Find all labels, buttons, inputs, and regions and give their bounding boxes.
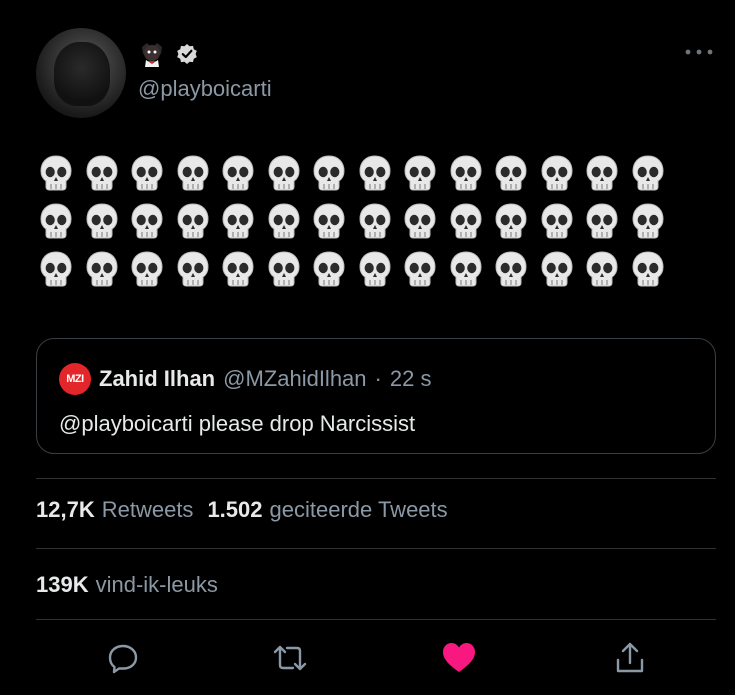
skull-emoji-icon xyxy=(355,248,395,290)
skull-emoji-icon xyxy=(82,248,122,290)
heart-icon[interactable] xyxy=(439,638,479,678)
author-handle[interactable]: @playboicarti xyxy=(138,76,272,102)
quote-tweets-stat[interactable]: 1.502 geciteerde Tweets xyxy=(207,497,447,523)
skull-emoji-icon xyxy=(537,248,577,290)
skull-emoji-icon xyxy=(446,248,486,290)
retweet-icon[interactable] xyxy=(270,638,310,678)
reply-icon[interactable] xyxy=(103,638,143,678)
skull-emoji-icon xyxy=(127,152,167,194)
skull-emoji-icon xyxy=(218,200,258,242)
skull-emoji-icon xyxy=(36,152,76,194)
skull-emoji-icon xyxy=(446,200,486,242)
skull-emoji-icon xyxy=(127,248,167,290)
quoted-timestamp[interactable]: 22 s xyxy=(390,366,432,392)
skull-emoji-icon xyxy=(264,152,304,194)
skull-emoji-icon xyxy=(537,152,577,194)
skull-emoji-icon xyxy=(82,200,122,242)
retweets-count: 12,7K xyxy=(36,497,95,522)
skull-emoji-icon xyxy=(537,200,577,242)
skull-emoji-icon xyxy=(400,200,440,242)
skull-emoji-icon xyxy=(82,152,122,194)
skull-emoji-icon xyxy=(400,248,440,290)
quoted-author-name[interactable]: Zahid Ilhan xyxy=(99,366,215,392)
quoted-author-handle[interactable]: @MZahidIlhan xyxy=(223,366,366,392)
skull-emoji-icon xyxy=(491,152,531,194)
skull-emoji-icon xyxy=(127,200,167,242)
more-options-icon[interactable] xyxy=(683,44,715,60)
skull-emoji-icon xyxy=(173,200,213,242)
divider xyxy=(36,478,716,479)
likes-stat[interactable]: 139K vind-ik-leuks xyxy=(36,572,218,598)
skull-emoji-icon xyxy=(355,152,395,194)
tweet-action-bar xyxy=(0,636,735,680)
quote-tweets-count: 1.502 xyxy=(207,497,263,522)
skull-emoji-icon xyxy=(446,152,486,194)
quoted-tweet-header: MZI Zahid Ilhan @MZahidIlhan · 22 s xyxy=(59,363,431,395)
skull-emoji-icon xyxy=(491,200,531,242)
skull-emoji-icon xyxy=(173,248,213,290)
skull-emoji-icon xyxy=(400,152,440,194)
skull-emoji-icon xyxy=(218,248,258,290)
likes-stats-row: 139K vind-ik-leuks xyxy=(36,572,218,598)
skull-emoji-icon xyxy=(264,248,304,290)
skull-emoji-icon xyxy=(582,152,622,194)
divider xyxy=(36,619,716,620)
skull-emoji-icon xyxy=(628,200,668,242)
tweet-text-skulls xyxy=(36,152,676,290)
likes-label: vind-ik-leuks xyxy=(95,572,218,597)
vampire-emoji-icon xyxy=(138,40,166,68)
quoted-tweet-card[interactable]: MZI Zahid Ilhan @MZahidIlhan · 22 s @pla… xyxy=(36,338,716,454)
author-name-row xyxy=(138,38,198,70)
author-avatar[interactable] xyxy=(36,28,126,118)
skull-emoji-icon xyxy=(628,152,668,194)
skull-emoji-icon xyxy=(309,248,349,290)
skull-emoji-icon xyxy=(264,200,304,242)
skull-emoji-icon xyxy=(582,200,622,242)
verified-badge-icon xyxy=(176,43,198,65)
skull-emoji-icon xyxy=(173,152,213,194)
share-icon[interactable] xyxy=(610,638,650,678)
quoted-separator: · xyxy=(374,366,382,391)
quoted-author-avatar[interactable]: MZI xyxy=(59,363,91,395)
retweets-label: Retweets xyxy=(101,497,194,522)
skull-emoji-icon xyxy=(309,200,349,242)
quote-tweets-label: geciteerde Tweets xyxy=(269,497,448,522)
divider xyxy=(36,548,716,549)
skull-emoji-icon xyxy=(491,248,531,290)
skull-emoji-icon xyxy=(218,152,258,194)
skull-emoji-icon xyxy=(309,152,349,194)
skull-emoji-icon xyxy=(355,200,395,242)
quoted-tweet-text: @playboicarti please drop Narcissist xyxy=(59,411,416,436)
skull-emoji-icon xyxy=(628,248,668,290)
retweets-stat[interactable]: 12,7K Retweets xyxy=(36,497,193,523)
retweet-stats-row: 12,7K Retweets 1.502 geciteerde Tweets xyxy=(36,497,448,523)
skull-emoji-icon xyxy=(36,200,76,242)
likes-count: 139K xyxy=(36,572,89,597)
skull-emoji-icon xyxy=(36,248,76,290)
skull-emoji-icon xyxy=(582,248,622,290)
